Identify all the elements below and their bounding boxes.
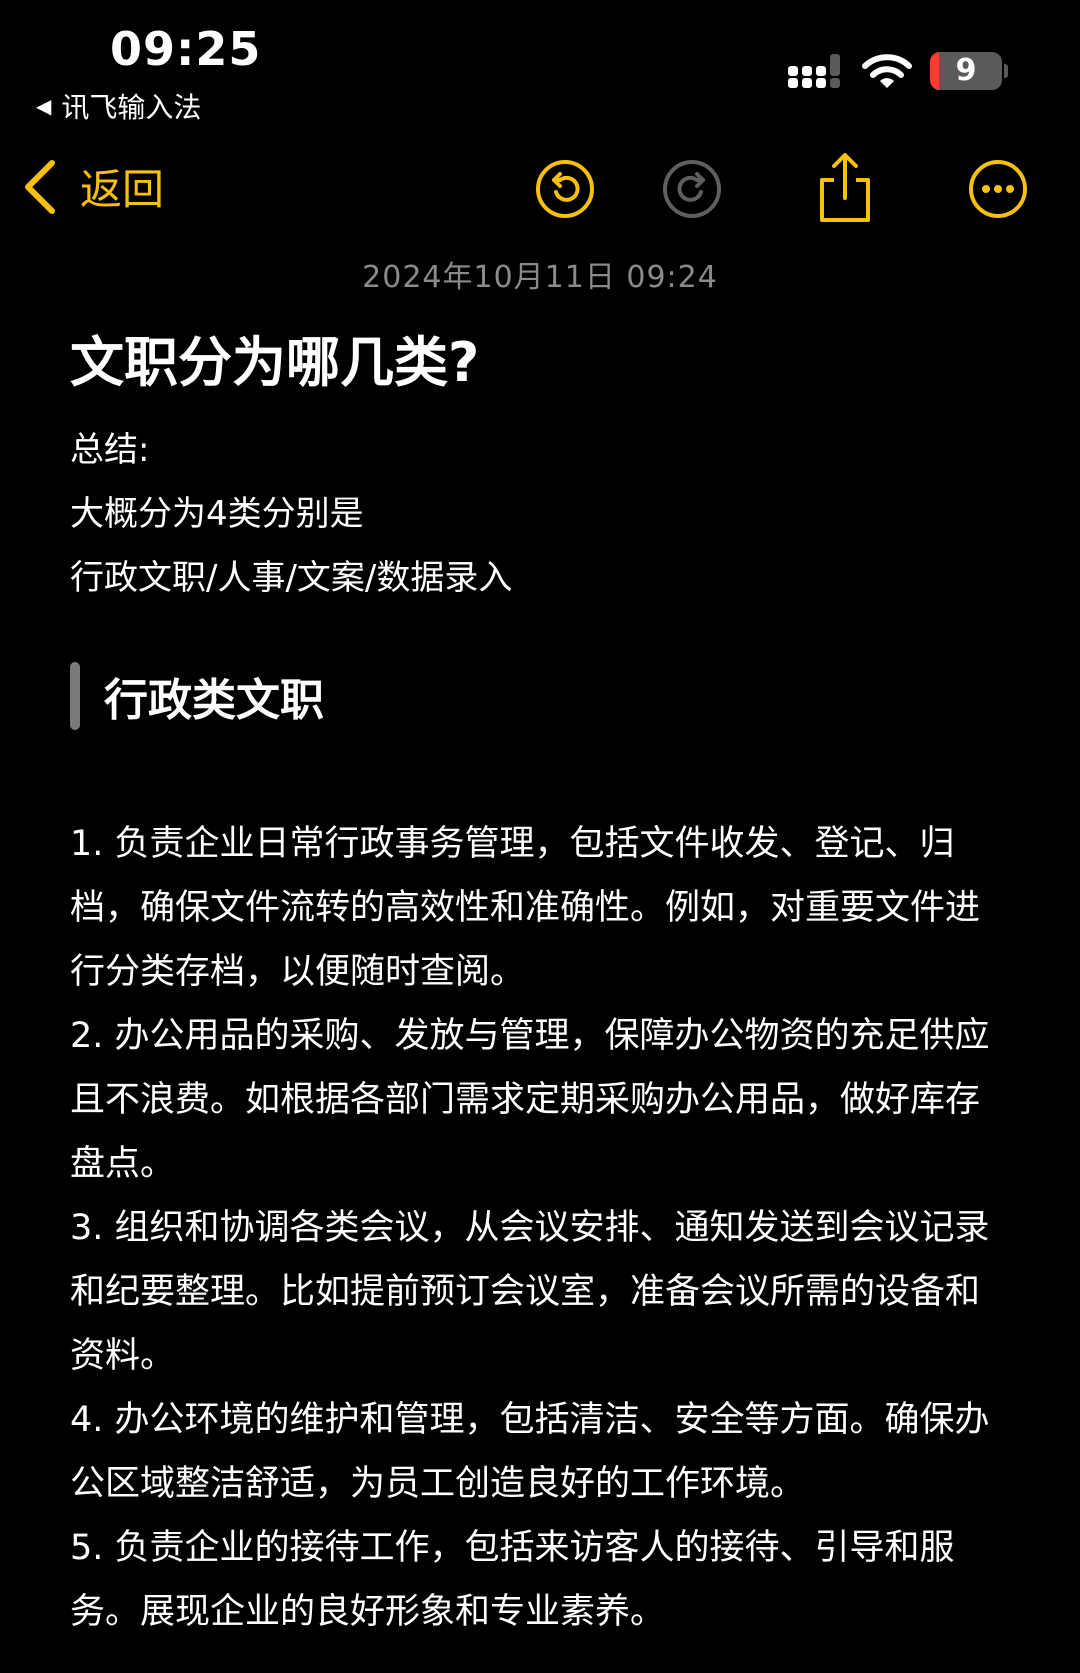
list-item: 1. 负责企业日常行政事务管理，包括文件收发、登记、归档，确保文件流转的高效性和…	[70, 824, 981, 992]
battery-icon: 9	[930, 52, 1002, 90]
section-heading-text: 行政类文职	[104, 675, 324, 726]
note-body: 1. 负责企业日常行政事务管理，包括文件收发、登记、归档，确保文件流转的高效性和…	[70, 812, 1010, 1644]
note-toolbar: 返回	[0, 150, 1080, 230]
undo-icon[interactable]	[534, 158, 596, 220]
status-time: 09:25	[110, 22, 262, 76]
back-to-app-link[interactable]: ◀ 讯飞输入法	[36, 86, 201, 126]
list-item: 3. 组织和协调各类会议，从会议安排、通知发送到会议记录和纪要整理。比如提前预订…	[70, 1208, 990, 1376]
back-label: 返回	[80, 165, 165, 214]
redo-icon[interactable]	[661, 158, 723, 220]
share-icon[interactable]	[816, 152, 874, 224]
list-item: 2. 办公用品的采购、发放与管理，保障办公物资的充足供应且不浪费。如根据各部门需…	[70, 1016, 990, 1184]
battery-level: 9	[955, 53, 977, 88]
cellular-signal-icon	[788, 54, 840, 88]
note-title: 文职分为哪几类?	[70, 331, 480, 394]
summary-line: 大概分为4类分别是	[70, 494, 364, 534]
quote-bar	[70, 662, 80, 730]
more-icon[interactable]	[967, 158, 1029, 220]
summary-line: 行政文职/人事/文案/数据录入	[70, 558, 513, 598]
note-date: 2024年10月11日 09:24	[362, 260, 718, 295]
status-bar: 09:25 ◀ 讯飞输入法 9	[0, 0, 1080, 130]
wifi-icon	[862, 54, 912, 88]
list-item: 4. 办公环境的维护和管理，包括清洁、安全等方面。确保办公区域整洁舒适，为员工创…	[70, 1400, 990, 1504]
battery-tip	[1004, 64, 1008, 78]
list-item: 5. 负责企业的接待工作，包括来访客人的接待、引导和服务。展现企业的良好形象和专…	[70, 1528, 955, 1632]
chevron-left-icon	[25, 159, 55, 214]
summary-line: 总结:	[70, 430, 150, 470]
back-button[interactable]: 返回	[22, 156, 164, 217]
note-summary: 总结: 大概分为4类分别是 行政文职/人事/文案/数据录入	[70, 418, 512, 610]
back-app-label: 讯飞输入法	[61, 91, 202, 124]
back-triangle-icon: ◀	[36, 94, 52, 118]
section-heading: 行政类文职	[70, 662, 324, 730]
